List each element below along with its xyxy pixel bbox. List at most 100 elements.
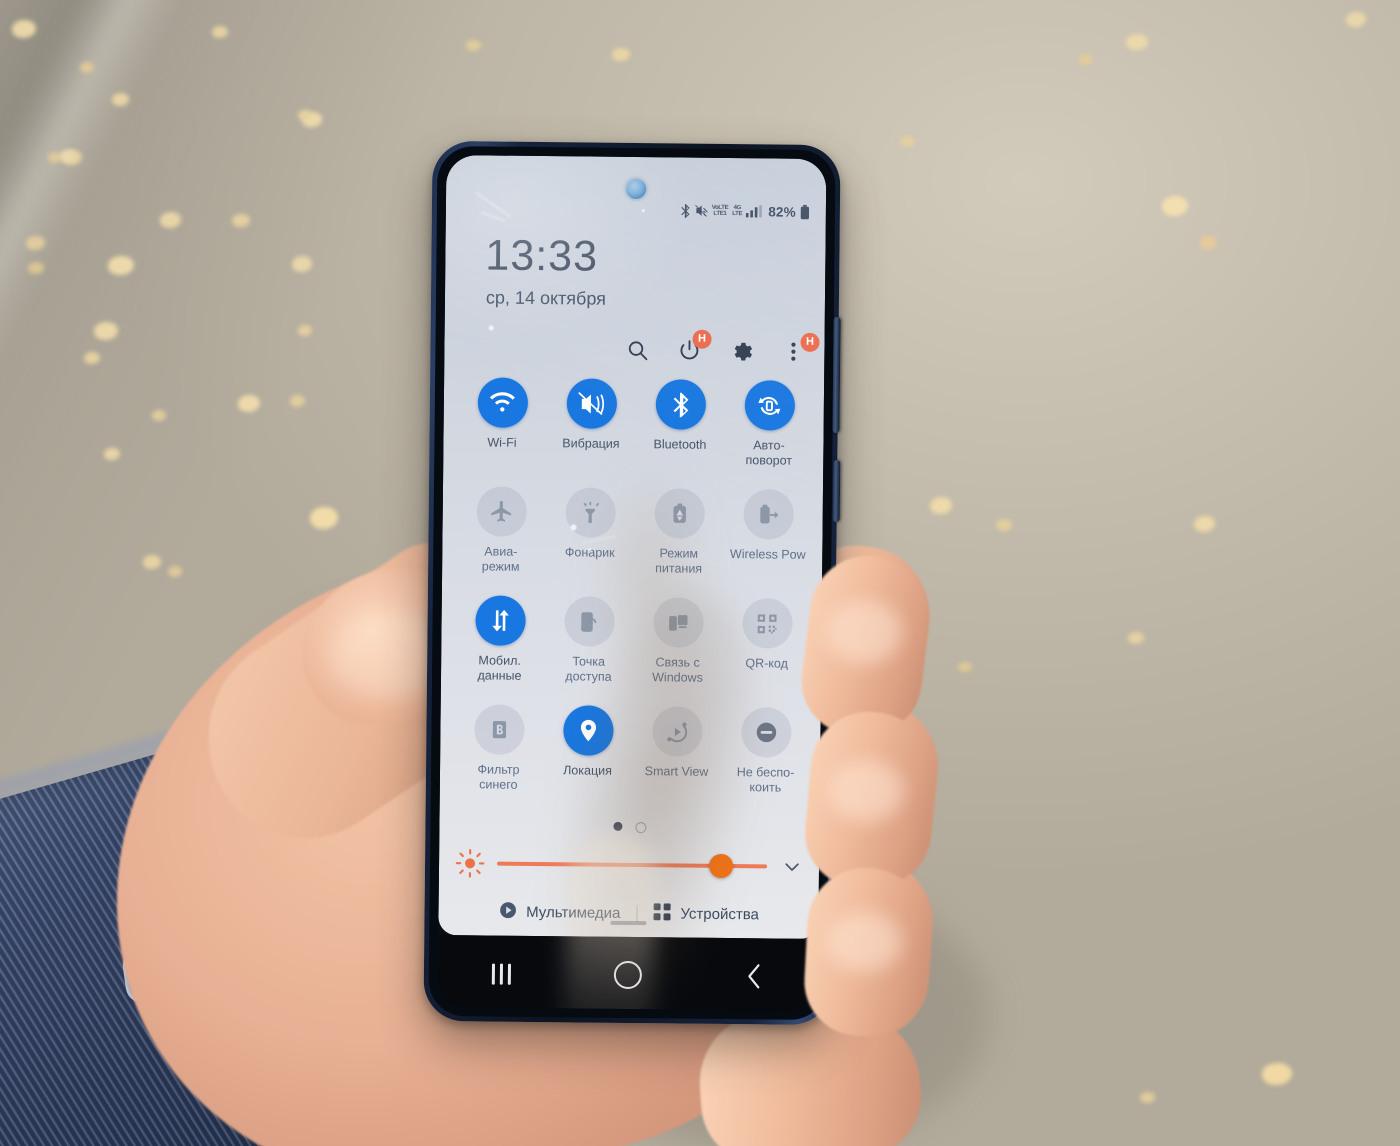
tile-bluetooth[interactable]: Bluetooth	[635, 379, 725, 467]
tile-label: Фильтр синего	[477, 762, 520, 792]
signal-bars-icon	[746, 205, 763, 218]
page-dot[interactable]	[634, 822, 646, 834]
tile-label: QR-код	[745, 656, 788, 671]
page-dot-active[interactable]	[612, 821, 622, 831]
tile-location[interactable]: Локация	[543, 705, 633, 793]
brightness-slider-track[interactable]	[497, 853, 768, 879]
battery-full-icon	[800, 204, 810, 219]
devices-button[interactable]: Устройства	[637, 902, 775, 926]
volte-label-bottom: LTE1	[713, 210, 727, 217]
tile-label: Авто- поворот	[745, 438, 793, 468]
quick-settings-panel: VoLTE LTE1 4G LTE 82% 13:33 ср, 14 октяб…	[438, 155, 827, 939]
network-label-bottom: LTE	[732, 211, 743, 218]
tile-label: Wi-Fi	[487, 435, 517, 450]
tile-label: Авиа- режим	[481, 544, 520, 574]
front-camera-punch-hole	[626, 178, 647, 200]
gear-icon[interactable]	[728, 338, 754, 364]
power-badge: H	[692, 329, 712, 349]
tile-blue-light-filter[interactable]: Фильтр синего	[454, 704, 544, 792]
finger-highlight	[826, 912, 902, 972]
link-to-windows-icon	[652, 597, 704, 648]
more-options-badge: H	[800, 332, 820, 352]
tile-auto-rotate[interactable]: Авто- поворот	[724, 380, 814, 468]
vibration-icon	[566, 378, 617, 429]
tile-label: Точка доступа	[565, 654, 612, 684]
tile-hotspot[interactable]: Точка доступа	[544, 596, 634, 684]
back-chevron-icon[interactable]	[724, 956, 784, 997]
lockscreen-date: ср, 14 октября	[485, 287, 607, 309]
brightness-control[interactable]	[455, 848, 805, 882]
tile-label: Фонарик	[564, 545, 615, 560]
tile-power-mode[interactable]: Режим питания	[634, 488, 724, 576]
wireless-powershare-icon	[742, 489, 794, 540]
auto-rotate-icon	[744, 380, 795, 431]
tile-airplane-mode[interactable]: Авиа- режим	[456, 486, 546, 574]
power-mode-icon	[653, 488, 705, 539]
tile-label: Режим питания	[655, 546, 703, 576]
tile-vibration[interactable]: Вибрация	[546, 378, 636, 466]
devices-label: Устройства	[680, 905, 759, 924]
qr-code-icon	[741, 598, 793, 649]
power-button[interactable]	[832, 459, 841, 523]
play-circle-icon	[498, 901, 517, 924]
tile-label: Bluetooth	[653, 437, 707, 452]
lockscreen-clock: 13:33	[485, 231, 599, 281]
home-circle-icon[interactable]	[598, 955, 658, 996]
devices-grid-icon	[653, 902, 671, 925]
tile-flashlight[interactable]: Фонарик	[545, 487, 635, 575]
mobile-data-icon	[474, 595, 526, 646]
brightness-slider-knob[interactable]	[708, 853, 734, 879]
tile-row: Мобил. данные Точка доступа Связь с Wind…	[455, 595, 812, 686]
tile-wireless-powershare[interactable]: Wireless Pow	[723, 489, 813, 577]
blue-light-filter-icon	[473, 704, 525, 755]
volte-indicator: VoLTE LTE1	[712, 205, 729, 217]
location-pin-icon	[562, 705, 614, 756]
tile-row: Wi-Fi Вибрация Bluetooth Авто- поворот	[457, 377, 814, 468]
panel-header-actions: H H	[624, 329, 820, 365]
tile-label: Wireless Pow	[729, 547, 806, 562]
recents-icon[interactable]	[471, 953, 531, 994]
phone-bezel: VoLTE LTE1 4G LTE 82% 13:33 ср, 14 октяб…	[428, 145, 836, 1021]
wifi-icon	[477, 377, 528, 428]
media-label: Мультимедиа	[526, 903, 621, 922]
search-icon[interactable]	[624, 337, 650, 363]
quick-settings-tiles: Wi-Fi Вибрация Bluetooth Авто- поворот А…	[454, 377, 815, 817]
tile-row: Фильтр синего Локация Smart View Не бесп…	[454, 704, 811, 795]
tile-label: Мобил. данные	[477, 653, 522, 683]
bluetooth-icon	[681, 203, 690, 218]
power-icon[interactable]: H	[676, 329, 712, 363]
tile-label: Локация	[563, 763, 612, 778]
network-type-indicator: 4G LTE	[732, 205, 742, 217]
tile-row: Авиа- режим Фонарик Режим питания Wirele…	[456, 486, 813, 577]
page-indicator	[439, 820, 819, 835]
chevron-down-icon[interactable]	[779, 854, 805, 880]
phone-screen: VoLTE LTE1 4G LTE 82% 13:33 ср, 14 октяб…	[437, 155, 827, 1011]
panel-drag-handle[interactable]	[610, 920, 647, 926]
do-not-disturb-icon	[740, 707, 792, 758]
tile-link-to-windows[interactable]: Связь с Windows	[633, 597, 723, 685]
tile-do-not-disturb[interactable]: Не беспо- коить	[721, 707, 811, 795]
battery-percent-label: 82%	[768, 203, 796, 220]
more-options-icon[interactable]: H	[780, 332, 820, 365]
tile-label: Не беспо- коить	[736, 765, 795, 795]
tile-wifi[interactable]: Wi-Fi	[457, 377, 547, 465]
tile-label: Связь с Windows	[652, 655, 703, 685]
tile-mobile-data[interactable]: Мобил. данные	[455, 595, 545, 683]
volume-button[interactable]	[832, 316, 841, 434]
tile-label: Вибрация	[562, 436, 620, 451]
navigation-bar	[437, 934, 819, 1011]
finger-highlight	[826, 600, 902, 664]
flashlight-icon	[564, 487, 616, 538]
finger-highlight	[828, 760, 904, 822]
tile-smart-view[interactable]: Smart View	[632, 706, 722, 794]
smart-view-icon	[651, 706, 703, 757]
hotspot-icon	[563, 596, 615, 647]
bluetooth-icon	[655, 379, 706, 430]
tile-qr-code[interactable]: QR-код	[722, 598, 812, 686]
tile-label: Smart View	[644, 764, 709, 779]
screenshot-stage: VoLTE LTE1 4G LTE 82% 13:33 ср, 14 октяб…	[0, 0, 1400, 1146]
smartphone: VoLTE LTE1 4G LTE 82% 13:33 ср, 14 октяб…	[423, 140, 841, 1026]
volume-mute-icon	[694, 204, 708, 217]
status-bar: VoLTE LTE1 4G LTE 82%	[680, 201, 810, 220]
airplane-icon	[475, 486, 527, 537]
